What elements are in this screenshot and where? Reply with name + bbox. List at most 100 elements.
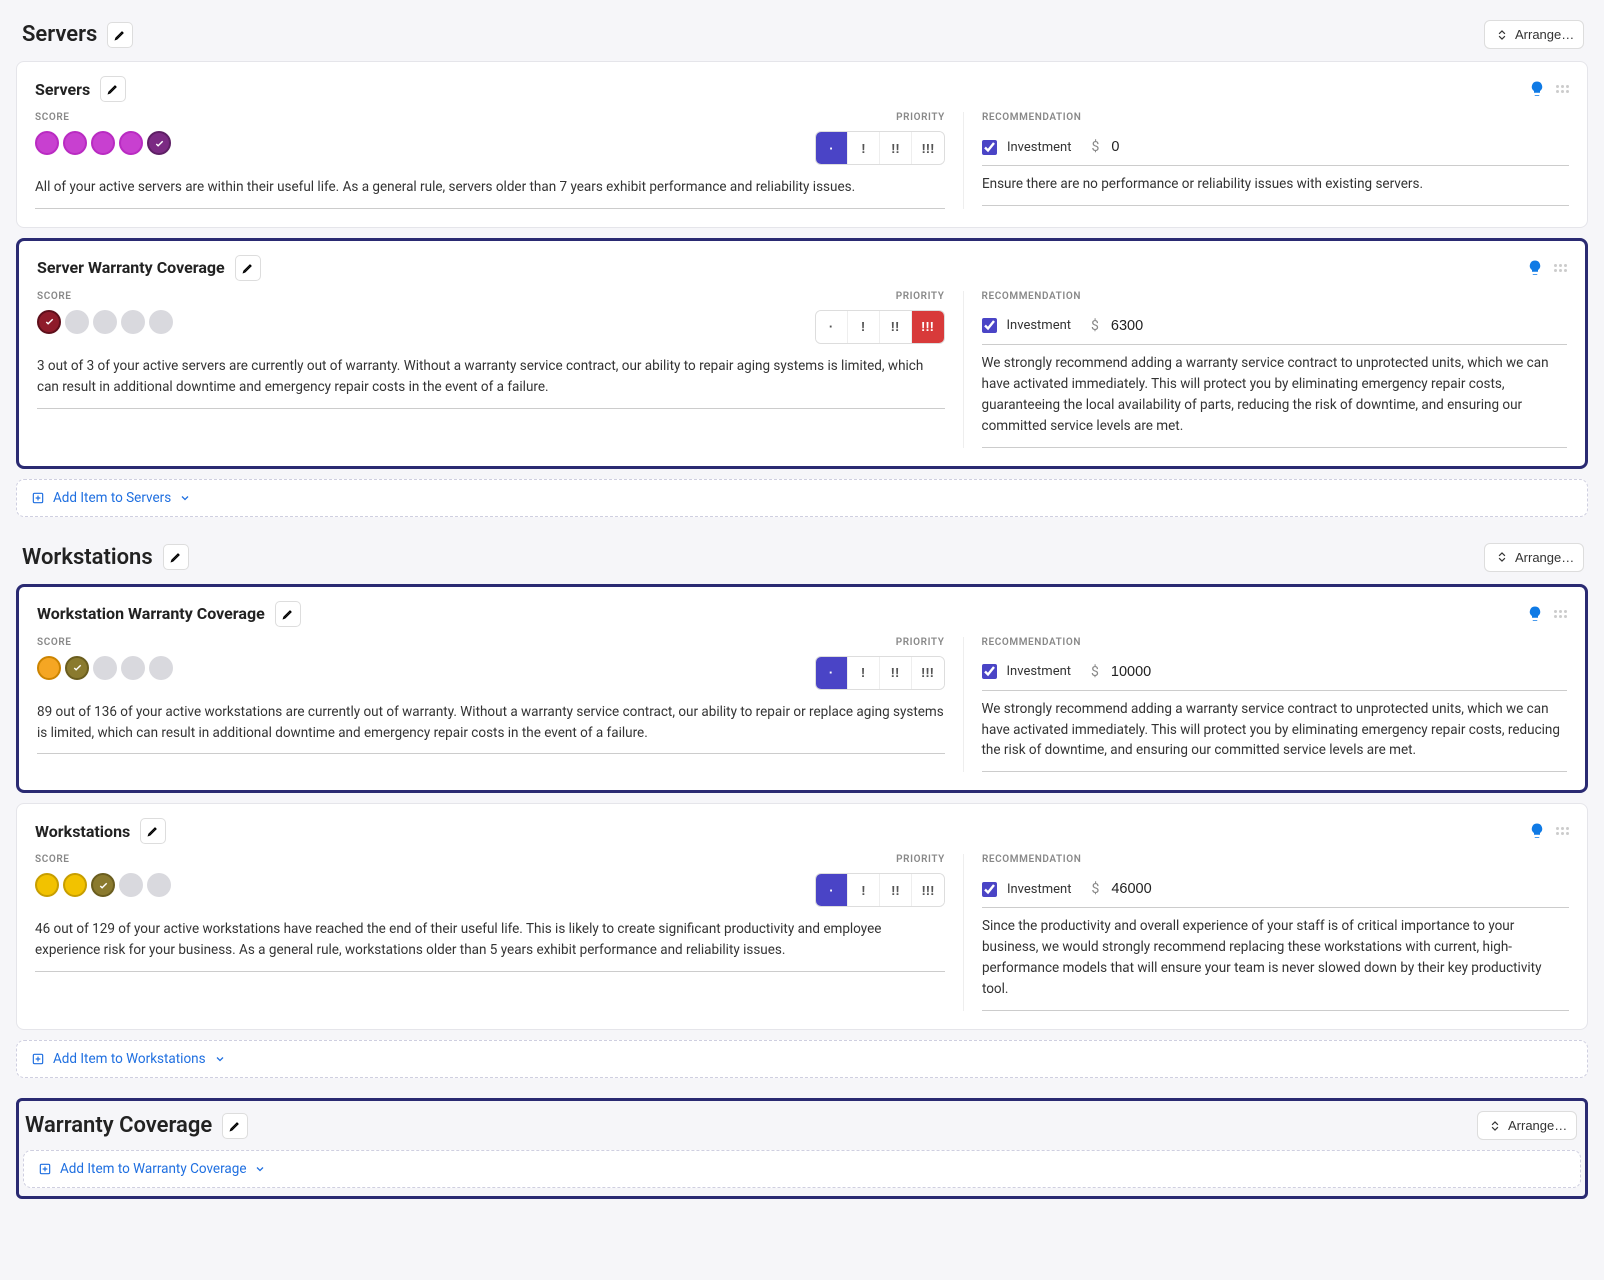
investment-label: Investment — [1007, 664, 1072, 679]
edit-card-button[interactable] — [140, 818, 166, 844]
edit-card-button[interactable] — [235, 255, 261, 281]
recommendation-label: RECOMMENDATION — [982, 112, 1569, 123]
card-workstation-warranty: Workstation Warranty Coverage SCORE PRIO… — [16, 584, 1588, 794]
recommendation-description: We strongly recommend adding a warranty … — [982, 699, 1567, 773]
sort-icon — [1495, 28, 1509, 42]
edit-section-button[interactable] — [163, 544, 189, 570]
chevron-down-icon — [179, 492, 191, 504]
priority-low[interactable]: ! — [848, 657, 880, 689]
pencil-icon — [282, 608, 294, 620]
add-item-label: Add Item to Servers — [53, 490, 171, 506]
add-icon — [38, 1162, 52, 1176]
score-label: SCORE — [35, 112, 815, 123]
investment-label: Investment — [1007, 140, 1072, 155]
priority-low[interactable]: ! — [848, 132, 880, 164]
arrange-button[interactable]: Arrange… — [1484, 20, 1584, 49]
drag-handle-icon[interactable] — [1556, 827, 1569, 835]
priority-med[interactable]: !! — [880, 874, 912, 906]
priority-dot[interactable]: · — [816, 132, 848, 164]
pencil-icon — [107, 83, 119, 95]
drag-handle-icon[interactable] — [1556, 85, 1569, 93]
sort-icon — [1495, 550, 1509, 564]
score-description: 46 out of 129 of your active workstation… — [35, 919, 945, 972]
investment-checkbox[interactable] — [982, 882, 997, 897]
edit-card-button[interactable] — [275, 601, 301, 627]
lightbulb-icon[interactable] — [1526, 605, 1544, 623]
priority-med[interactable]: !! — [880, 311, 912, 343]
edit-section-button[interactable] — [222, 1113, 248, 1139]
recommendation-description: Since the productivity and overall exper… — [982, 916, 1569, 1011]
edit-card-button[interactable] — [100, 76, 126, 102]
card-title: Workstations — [35, 822, 130, 841]
section-title: Warranty Coverage — [25, 1113, 212, 1138]
section-header-warranty-coverage: Warranty Coverage Arrange… — [23, 1105, 1581, 1146]
lightbulb-icon[interactable] — [1526, 259, 1544, 277]
investment-label: Investment — [1007, 882, 1072, 897]
recommendation-description: We strongly recommend adding a warranty … — [982, 353, 1567, 448]
priority-med[interactable]: !! — [880, 132, 912, 164]
add-icon — [31, 1052, 45, 1066]
arrange-button[interactable]: Arrange… — [1484, 543, 1584, 572]
priority-label: PRIORITY — [815, 112, 945, 123]
arrange-label: Arrange… — [1508, 1118, 1567, 1133]
dollar-icon: $ — [1091, 881, 1099, 897]
score-description: 89 out of 136 of your active workstation… — [37, 702, 945, 755]
pencil-icon — [114, 29, 126, 41]
priority-low[interactable]: ! — [848, 874, 880, 906]
score-label: SCORE — [37, 291, 815, 302]
section-header-workstations: Workstations Arrange… — [16, 537, 1588, 578]
pencil-icon — [229, 1120, 241, 1132]
priority-low[interactable]: ! — [848, 311, 880, 343]
investment-checkbox[interactable] — [982, 318, 997, 333]
arrange-label: Arrange… — [1515, 27, 1574, 42]
arrange-button[interactable]: Arrange… — [1477, 1111, 1577, 1140]
priority-dot[interactable]: · — [816, 657, 848, 689]
edit-section-button[interactable] — [107, 22, 133, 48]
add-item-workstations[interactable]: Add Item to Workstations — [16, 1040, 1588, 1078]
priority-high[interactable]: !!! — [912, 132, 944, 164]
section-title: Workstations — [22, 545, 153, 570]
score-dots[interactable] — [35, 131, 815, 155]
score-dots[interactable] — [37, 656, 815, 680]
priority-label: PRIORITY — [815, 291, 945, 302]
priority-segmented: · ! !! !!! — [815, 131, 945, 165]
priority-high[interactable]: !!! — [912, 657, 944, 689]
add-item-label: Add Item to Warranty Coverage — [60, 1161, 246, 1177]
dollar-icon: $ — [1091, 139, 1099, 155]
score-description: All of your active servers are within th… — [35, 177, 945, 209]
priority-segmented: · ! !! !!! — [815, 873, 945, 907]
chevron-down-icon — [254, 1163, 266, 1175]
score-label: SCORE — [35, 854, 815, 865]
add-item-servers[interactable]: Add Item to Servers — [16, 479, 1588, 517]
priority-label: PRIORITY — [815, 637, 945, 648]
priority-dot[interactable]: · — [816, 874, 848, 906]
investment-amount-input[interactable] — [1109, 314, 1567, 338]
section-warranty-coverage-highlight: Warranty Coverage Arrange… Add Item to W… — [16, 1098, 1588, 1199]
investment-label: Investment — [1007, 318, 1072, 333]
lightbulb-icon[interactable] — [1528, 80, 1546, 98]
card-title: Server Warranty Coverage — [37, 258, 225, 277]
investment-checkbox[interactable] — [982, 664, 997, 679]
sort-icon — [1488, 1119, 1502, 1133]
pencil-icon — [147, 825, 159, 837]
score-dots[interactable] — [37, 310, 815, 334]
priority-high[interactable]: !!! — [912, 311, 944, 343]
drag-handle-icon[interactable] — [1554, 264, 1567, 272]
priority-dot[interactable]: · — [816, 311, 848, 343]
recommendation-label: RECOMMENDATION — [982, 854, 1569, 865]
priority-med[interactable]: !! — [880, 657, 912, 689]
pencil-icon — [170, 551, 182, 563]
score-dots[interactable] — [35, 873, 815, 897]
priority-high[interactable]: !!! — [912, 874, 944, 906]
investment-amount-input[interactable] — [1109, 877, 1569, 901]
drag-handle-icon[interactable] — [1554, 610, 1567, 618]
add-item-warranty-coverage[interactable]: Add Item to Warranty Coverage — [23, 1150, 1581, 1188]
card-server-warranty: Server Warranty Coverage SCORE PRIORITY — [16, 238, 1588, 469]
recommendation-description: Ensure there are no performance or relia… — [982, 174, 1569, 206]
investment-checkbox[interactable] — [982, 140, 997, 155]
recommendation-label: RECOMMENDATION — [982, 637, 1567, 648]
investment-amount-input[interactable] — [1109, 135, 1569, 159]
priority-segmented: · ! !! !!! — [815, 310, 945, 344]
lightbulb-icon[interactable] — [1528, 822, 1546, 840]
investment-amount-input[interactable] — [1109, 660, 1567, 684]
